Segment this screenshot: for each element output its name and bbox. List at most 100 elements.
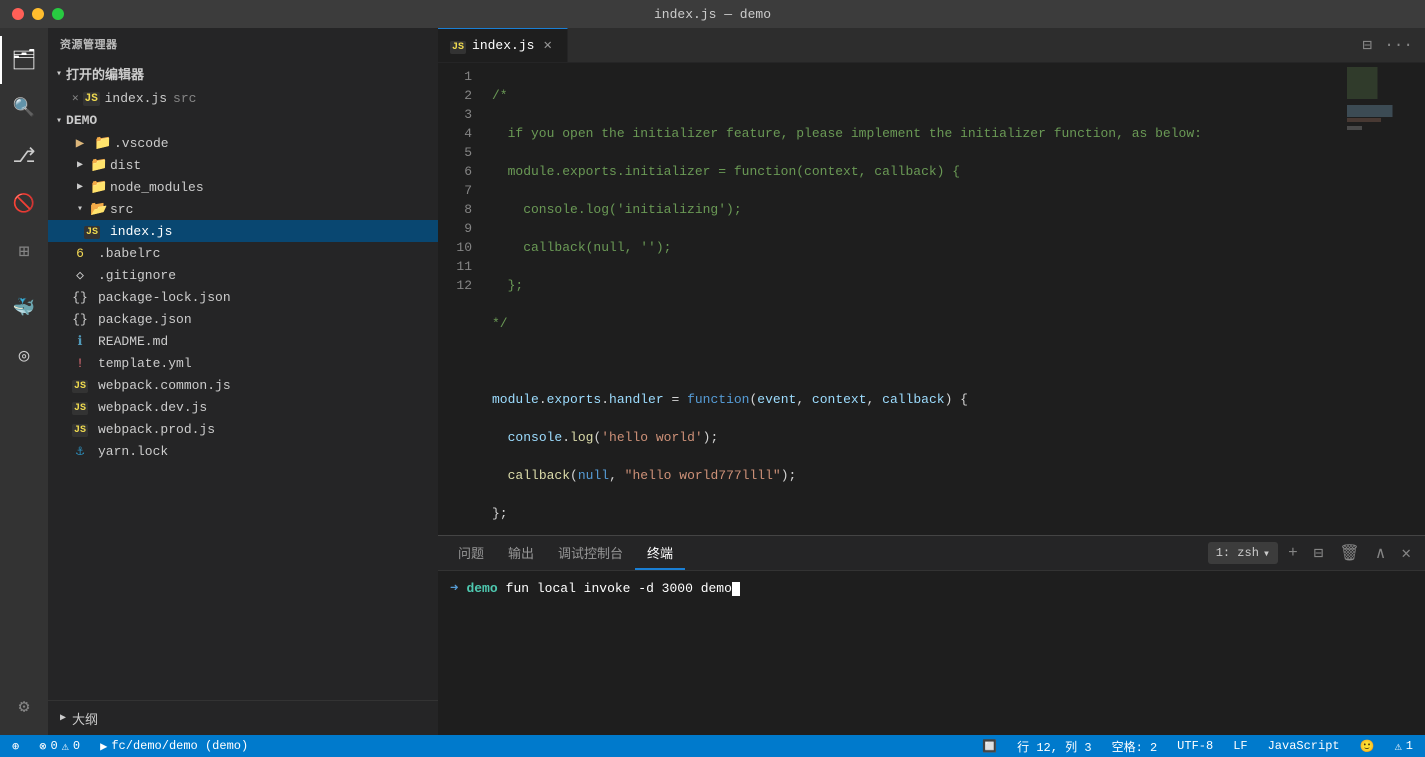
panel-tab-output[interactable]: 输出: [496, 537, 546, 570]
tree-item-node-modules[interactable]: ▶ 📁 node_modules: [48, 176, 438, 198]
tree-item-vscode[interactable]: ▶ 📁 .vscode: [48, 132, 438, 154]
panel-actions: 1: zsh ▾ + ⊟ 🗑 ∧ ✕: [1208, 541, 1417, 565]
status-errors[interactable]: ⊗ 0 ⚠ 0: [35, 735, 84, 757]
branch-icon: ▶: [100, 739, 107, 754]
status-left: ⊕ ⊗ 0 ⚠ 0 ▶ fc/demo/demo (demo): [8, 735, 252, 757]
js-icon-webpack-prod: JS: [72, 421, 88, 437]
tree-item-src[interactable]: ▾ 📂 src: [48, 198, 438, 220]
panel-split-button[interactable]: ⊟: [1308, 541, 1330, 565]
panel-add-button[interactable]: +: [1282, 542, 1304, 564]
main-layout: 🗂 🔍 ⎇ 🚫 ⊞ 🐳 ◎ ⚙ 资源管理器 ▾ 打开的编辑器: [0, 28, 1425, 735]
tab-js-icon: JS: [450, 38, 466, 53]
more-actions-button[interactable]: ···: [1380, 34, 1417, 56]
tree-item-index-js[interactable]: JS index.js: [48, 220, 438, 242]
panel-close-button[interactable]: ✕: [1395, 541, 1417, 565]
extensions-icon: ⊞: [19, 241, 30, 263]
file-close-icon[interactable]: ✕: [72, 91, 79, 105]
panel-tab-debug[interactable]: 调试控制台: [546, 537, 635, 570]
status-feedback[interactable]: 🔲: [978, 735, 1001, 757]
status-spaces[interactable]: 空格: 2: [1108, 735, 1162, 757]
sidebar: 资源管理器 ▾ 打开的编辑器 ✕ JS index.js src ▾ DEMO …: [48, 28, 438, 735]
open-editors-section[interactable]: ▾ 打开的编辑器: [48, 60, 438, 87]
panel-content[interactable]: ➜ demo fun local invoke -d 3000 demo: [438, 571, 1425, 735]
warning-count: 0: [73, 739, 80, 753]
panel-trash-button[interactable]: 🗑: [1333, 541, 1365, 565]
open-file-name: index.js: [105, 91, 167, 106]
activity-git[interactable]: ⎇: [0, 132, 48, 180]
file-template-yml-label: template.yml: [98, 356, 192, 371]
window-title: index.js — demo: [654, 7, 771, 22]
spaces-label: 空格: 2: [1112, 738, 1158, 755]
activity-bar: 🗂 🔍 ⎇ 🚫 ⊞ 🐳 ◎ ⚙: [0, 28, 48, 735]
status-smiley[interactable]: 🙂: [1356, 735, 1379, 757]
folder-node-icon: 📁: [90, 179, 106, 196]
terminal-selector[interactable]: 1: zsh ▾: [1208, 542, 1278, 564]
error-count: 0: [50, 739, 57, 753]
tab-close-button[interactable]: ✕: [540, 36, 554, 55]
editor-area: JS index.js ✕ ⊟ ··· 12345 678910 1112 /*…: [438, 28, 1425, 735]
minimize-dot[interactable]: [32, 8, 44, 20]
tree-item-readme[interactable]: ℹ README.md: [48, 330, 438, 352]
tree-item-webpack-prod[interactable]: JS webpack.prod.js: [48, 418, 438, 440]
file-readme-label: README.md: [98, 334, 168, 349]
status-encoding[interactable]: UTF-8: [1173, 735, 1217, 757]
tree-item-template-yml[interactable]: ! template.yml: [48, 352, 438, 374]
status-remote[interactable]: ⊕: [8, 735, 23, 757]
activity-explorer[interactable]: 🗂: [0, 36, 48, 84]
activity-docker[interactable]: 🐳: [0, 284, 48, 332]
tree-item-yarn-lock[interactable]: ⚓ yarn.lock: [48, 440, 438, 462]
tree-item-gitignore[interactable]: ◇ .gitignore: [48, 264, 438, 286]
language-label: JavaScript: [1268, 739, 1340, 753]
code-content[interactable]: /* if you open the initializer feature, …: [488, 63, 1345, 535]
open-file-path: src: [173, 91, 196, 106]
status-bar: ⊕ ⊗ 0 ⚠ 0 ▶ fc/demo/demo (demo) 🔲 行 12, …: [0, 735, 1425, 757]
panel-tab-terminal[interactable]: 终端: [635, 537, 685, 570]
activity-settings[interactable]: ⚙: [0, 687, 48, 735]
split-editor-button[interactable]: ⊟: [1359, 33, 1377, 57]
tree-item-webpack-common[interactable]: JS webpack.common.js: [48, 374, 438, 396]
activity-remote[interactable]: ◎: [0, 332, 48, 380]
panel-maximize-button[interactable]: ∧: [1370, 541, 1392, 565]
json-icon-pkg: {}: [72, 312, 88, 327]
status-eol[interactable]: LF: [1229, 735, 1251, 757]
outline-label: 大纲: [72, 709, 98, 728]
activity-debug[interactable]: 🚫: [0, 180, 48, 228]
open-editors-label: 打开的编辑器: [66, 64, 144, 83]
minimap-content: [1345, 63, 1425, 134]
open-file-index-js[interactable]: ✕ JS index.js src: [48, 87, 438, 109]
eol-label: LF: [1233, 739, 1247, 753]
status-notifications[interactable]: ⚠ 1: [1391, 735, 1417, 757]
folder-icon: ▶: [72, 135, 88, 152]
close-dot[interactable]: [12, 8, 24, 20]
tree-item-package-lock[interactable]: {} package-lock.json: [48, 286, 438, 308]
settings-icon: ⚙: [19, 696, 30, 718]
chevron-right-icon-2: ▶: [72, 181, 88, 193]
panel-tab-problems[interactable]: 问题: [446, 537, 496, 570]
status-branch[interactable]: ▶ fc/demo/demo (demo): [96, 735, 252, 757]
tree-item-webpack-dev[interactable]: JS webpack.dev.js: [48, 396, 438, 418]
files-icon: 🗂: [11, 47, 36, 73]
cursor-position: 行 12, 列 3: [1017, 738, 1091, 755]
babel-icon: 6: [72, 246, 88, 261]
terminal-selector-chevron: ▾: [1263, 546, 1270, 561]
tree-item-package-json[interactable]: {} package.json: [48, 308, 438, 330]
file-webpack-prod-label: webpack.prod.js: [98, 422, 215, 437]
activity-search[interactable]: 🔍: [0, 84, 48, 132]
activity-extensions[interactable]: ⊞: [0, 228, 48, 276]
status-cursor[interactable]: 行 12, 列 3: [1013, 735, 1095, 757]
notification-count: 1: [1406, 739, 1413, 753]
outline-section[interactable]: ▶ 大纲: [48, 700, 438, 735]
tree-item-dist[interactable]: ▶ 📁 dist: [48, 154, 438, 176]
terminal-prompt-icon: ➜: [450, 579, 458, 599]
tab-index-js[interactable]: JS index.js ✕: [438, 28, 568, 62]
file-yarn-lock-label: yarn.lock: [98, 444, 168, 459]
tree-item-babelrc[interactable]: 6 .babelrc: [48, 242, 438, 264]
status-language[interactable]: JavaScript: [1264, 735, 1344, 757]
terminal-selector-label: 1: zsh: [1216, 546, 1259, 560]
code-editor[interactable]: 12345 678910 1112 /* if you open the ini…: [438, 63, 1345, 535]
encoding-label: UTF-8: [1177, 739, 1213, 753]
file-package-json-label: package.json: [98, 312, 192, 327]
maximize-dot[interactable]: [52, 8, 64, 20]
demo-section[interactable]: ▾ DEMO: [48, 109, 438, 132]
file-babelrc-label: .babelrc: [98, 246, 160, 261]
